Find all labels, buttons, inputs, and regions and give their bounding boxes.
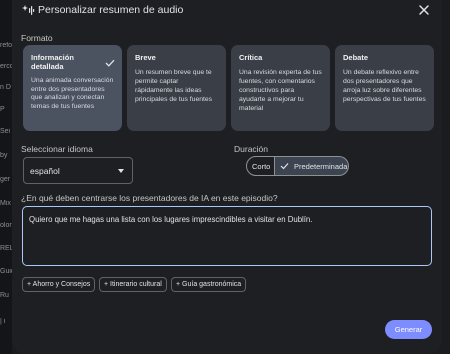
prompt-text: Quiero que me hagas una lista con los lu… bbox=[29, 215, 313, 224]
duration-option-corto[interactable]: Corto bbox=[246, 156, 275, 176]
card-title: Breve bbox=[135, 53, 156, 62]
duration-option-label: Corto bbox=[252, 162, 271, 171]
format-card-critica[interactable]: Crítica Una revisión experta de tus fuen… bbox=[231, 45, 330, 131]
background-item: Ru bbox=[0, 292, 9, 299]
background-item: Guid bbox=[0, 268, 12, 275]
idioma-label: Seleccionar idioma bbox=[21, 144, 93, 154]
generate-button[interactable]: Generar bbox=[385, 320, 432, 339]
card-title: Crítica bbox=[239, 53, 263, 62]
background-item: Sei bbox=[0, 128, 11, 135]
prompt-textarea[interactable]: Quiero que me hagas una lista con los lu… bbox=[22, 206, 432, 266]
background-item: by bbox=[0, 152, 8, 159]
language-select[interactable]: español bbox=[23, 157, 133, 184]
close-icon[interactable] bbox=[416, 2, 432, 18]
card-description: Un debate reflexivo entre dos presentado… bbox=[343, 69, 426, 103]
suggestion-chip-ahorro[interactable]: + Ahorro y Consejos bbox=[22, 277, 96, 292]
card-title: Información detallada bbox=[31, 53, 74, 72]
language-select-value: español bbox=[30, 166, 60, 176]
format-card-breve[interactable]: Breve Un resumen breve que te permite ca… bbox=[127, 45, 226, 131]
suggestion-chip-itinerario[interactable]: + Itinerario cultural bbox=[99, 277, 167, 292]
background-item: ger bbox=[0, 176, 11, 183]
background-item: refo bbox=[0, 42, 12, 49]
check-icon bbox=[280, 162, 289, 172]
background-item: Mix bbox=[0, 200, 11, 207]
dropdown-arrow-icon bbox=[118, 169, 124, 173]
suggestion-chip-guia[interactable]: + Guía gastronómica bbox=[171, 277, 247, 292]
background-item: ercc bbox=[0, 63, 12, 70]
duration-option-predeterminada[interactable]: Predeterminada bbox=[275, 156, 349, 176]
card-description: Una animada conversación entre dos prese… bbox=[31, 76, 114, 111]
background-item: olor bbox=[0, 222, 12, 229]
formato-label: Formato bbox=[21, 33, 53, 43]
background-page: refo ercc n D P Sei by ger Mix olor REL … bbox=[0, 0, 12, 354]
check-icon bbox=[105, 54, 115, 72]
audio-sparkle-icon bbox=[21, 3, 35, 22]
audio-summary-dialog: Personalizar resumen de audio Formato In… bbox=[12, 0, 442, 354]
background-item: P bbox=[0, 106, 5, 113]
dialog-title: Personalizar resumen de audio bbox=[38, 4, 184, 16]
duration-option-label: Predeterminada bbox=[294, 162, 348, 171]
card-title: Debate bbox=[343, 53, 369, 62]
card-description: Una revisión experta de tus fuentes, con… bbox=[239, 69, 322, 112]
dialog-header: Personalizar resumen de audio bbox=[12, 0, 442, 20]
format-card-informacion-detallada[interactable]: Información detallada Una animada conver… bbox=[23, 45, 122, 131]
background-item: n D bbox=[0, 84, 11, 91]
background-item: REL bbox=[0, 245, 12, 252]
format-card-debate[interactable]: Debate Un debate reflexivo entre dos pre… bbox=[335, 45, 434, 131]
prompt-label: ¿En qué deben centrarse los presentadore… bbox=[21, 193, 278, 203]
duracion-label: Duración bbox=[234, 144, 269, 154]
background-item: | i bbox=[0, 318, 6, 325]
card-description: Un resumen breve que te permite captar r… bbox=[135, 69, 213, 103]
